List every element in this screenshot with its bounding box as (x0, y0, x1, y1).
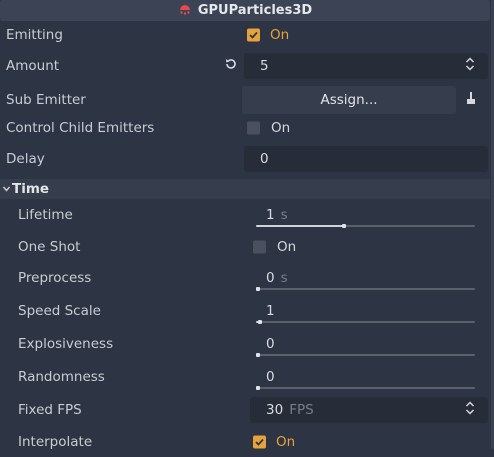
section-title: Time (12, 181, 50, 197)
control-child-emitters-checkbox[interactable] (247, 121, 260, 135)
particles-icon (178, 2, 192, 19)
amount-field[interactable] (244, 53, 488, 79)
speed-scale-value[interactable]: 1 (266, 303, 275, 319)
property-sub-emitter: Sub Emitter Assign... (0, 85, 490, 115)
property-delay: Delay 0 (0, 144, 490, 174)
lifetime-slider-grabber[interactable] (341, 224, 346, 228)
revert-icon[interactable] (224, 57, 238, 75)
property-speed-scale: Speed Scale 1 (0, 296, 490, 326)
interpolate-value: On (276, 434, 296, 450)
interpolate-checkbox[interactable] (253, 435, 266, 449)
property-label: Delay (6, 151, 45, 167)
property-preprocess: Preprocess 0s (0, 263, 490, 293)
delay-field[interactable] (244, 146, 488, 172)
property-fixed-fps: Fixed FPS 30 FPS (0, 395, 490, 425)
property-interpolate: Interpolate On (0, 427, 490, 457)
control-child-emitters-value: On (271, 120, 291, 136)
property-label: Control Child Emitters (6, 120, 155, 136)
preprocess-slider-grabber[interactable] (256, 287, 260, 291)
spinner-icon[interactable] (465, 401, 475, 419)
randomness-slider-grabber[interactable] (256, 386, 260, 390)
property-label: Emitting (6, 27, 63, 43)
emitting-value: On (270, 27, 290, 43)
property-label: Speed Scale (18, 303, 101, 319)
property-label: Lifetime (18, 207, 73, 223)
preprocess-value[interactable]: 0s (266, 270, 288, 286)
explosiveness-value[interactable]: 0 (266, 336, 275, 352)
explosiveness-slider[interactable] (256, 354, 475, 356)
property-control-child-emitters: Control Child Emitters On (0, 113, 490, 143)
node-title: GPUParticles3D (197, 3, 313, 18)
property-one-shot: One Shot On (0, 232, 490, 262)
property-emitting: Emitting On (0, 20, 490, 50)
clear-icon[interactable] (466, 91, 476, 109)
explosiveness-slider-grabber[interactable] (256, 353, 260, 357)
randomness-value[interactable]: 0 (266, 369, 275, 385)
preprocess-slider[interactable] (256, 288, 475, 290)
speed-scale-slider-grabber[interactable] (258, 320, 263, 324)
property-label: Interpolate (18, 434, 93, 450)
property-label: Amount (6, 58, 60, 74)
speed-scale-slider[interactable] (256, 321, 475, 323)
chevron-down-icon (2, 183, 11, 199)
section-time[interactable]: Time (0, 179, 490, 199)
fixed-fps-value: 30 FPS (266, 402, 314, 418)
property-label: One Shot (18, 239, 81, 255)
assign-button[interactable]: Assign... (242, 86, 456, 114)
property-label: Fixed FPS (18, 402, 82, 418)
property-label: Randomness (18, 369, 105, 385)
lifetime-slider-fill (256, 225, 344, 227)
one-shot-checkbox[interactable] (253, 240, 266, 254)
randomness-slider[interactable] (256, 387, 475, 389)
property-label: Sub Emitter (6, 92, 86, 108)
property-amount: Amount 5 (0, 51, 490, 81)
lifetime-value[interactable]: 1s (266, 207, 288, 223)
property-label: Explosiveness (18, 336, 114, 352)
amount-value: 5 (260, 58, 269, 74)
property-explosiveness: Explosiveness 0 (0, 329, 490, 359)
one-shot-value: On (277, 239, 297, 255)
delay-value: 0 (260, 151, 269, 167)
inspector-header: GPUParticles3D (0, 0, 490, 21)
spinner-icon[interactable] (465, 57, 475, 75)
emitting-checkbox[interactable] (247, 28, 260, 42)
property-randomness: Randomness 0 (0, 362, 490, 392)
property-label: Preprocess (18, 270, 92, 286)
property-lifetime: Lifetime 1s (0, 200, 490, 230)
